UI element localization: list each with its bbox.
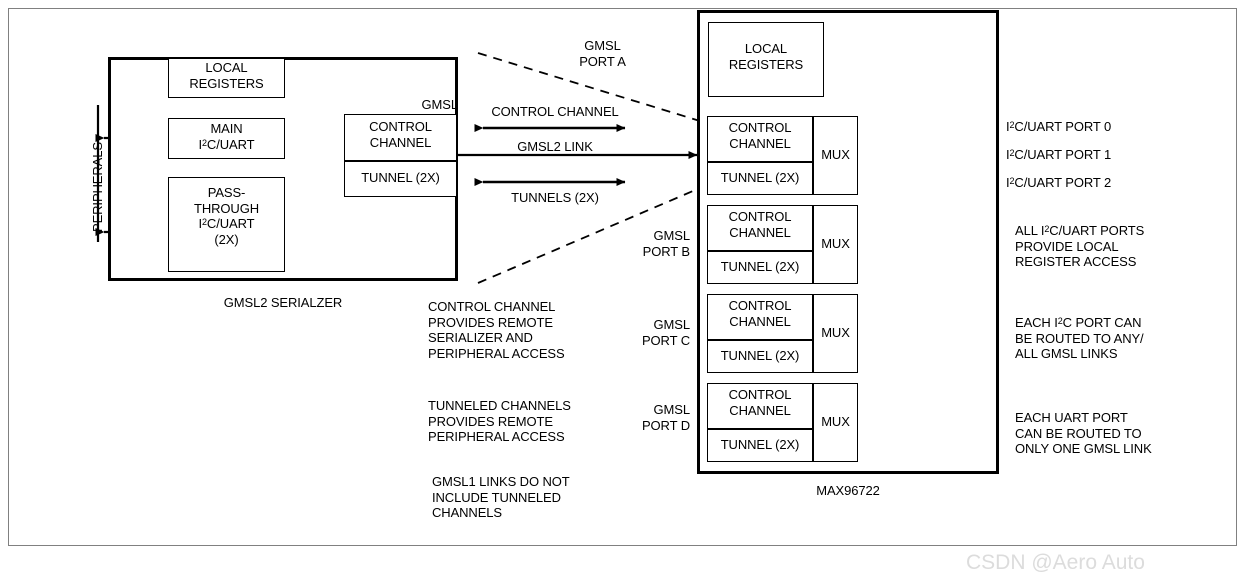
i2c-uart-port-0-label: I2C/UART PORT 0 (1006, 119, 1112, 134)
serializer-control-channel-label: CONTROL CHANNEL (369, 119, 432, 150)
control-channel-link-label: CONTROL CHANNEL (491, 104, 619, 119)
deser-port-b-tunnel-label: TUNNEL (2X) (720, 259, 800, 274)
note-uart-routing: EACH UART PORT CAN BE ROUTED TO ONLY ONE… (1015, 410, 1152, 456)
deser-port-b-control-label: CONTROL CHANNEL (728, 209, 792, 240)
i2c-uart-port-1-label: I2C/UART PORT 1 (1006, 147, 1112, 162)
deser-port-a-tunnel-label: TUNNEL (2X) (720, 170, 800, 185)
note-gmsl1-links: GMSL1 LINKS DO NOT INCLUDE TUNNELED CHAN… (432, 474, 570, 520)
i2c-uart-port-2-label: I2C/UART PORT 2 (1006, 175, 1112, 190)
deser-port-c-control-label: CONTROL CHANNEL (728, 298, 792, 329)
serializer-gmsl-label: GMSL (421, 97, 459, 112)
serializer-title: GMSL2 SERIALZER (223, 295, 343, 310)
note-i2c-routing: EACH I2C PORT CAN BE ROUTED TO ANY/ ALL … (1015, 315, 1144, 361)
max96722-title: MAX96722 (816, 483, 880, 498)
tunnels-link-label: TUNNELS (2X) (511, 190, 599, 205)
note-all-ports-local-access: ALL I2C/UART PORTS PROVIDE LOCAL REGISTE… (1015, 223, 1145, 269)
serializer-passthrough-label: PASS- THROUGH I2C/UART (2X) (193, 185, 260, 247)
deser-local-registers-label: LOCAL REGISTERS (728, 41, 804, 72)
deser-port-c-tunnel-label: TUNNEL (2X) (720, 348, 800, 363)
serializer-tunnel-label: TUNNEL (2X) (361, 170, 440, 185)
gmsl-port-a-link-label: GMSL PORT A (579, 38, 626, 69)
gmsl2-link-label: GMSL2 LINK (517, 139, 593, 154)
figure-caption: Figure 35. I2C/UART Control Routing (8, 556, 321, 579)
deser-port-d-control-label: CONTROL CHANNEL (728, 387, 792, 418)
deser-port-a-mux-label: MUX (821, 147, 850, 162)
peripherals-label: PERIPHERALS (90, 142, 105, 232)
serializer-local-registers-label: LOCAL REGISTERS (189, 60, 264, 91)
gmsl-port-d-label: GMSL PORT D (641, 402, 690, 433)
note-control-channel-remote: CONTROL CHANNEL PROVIDES REMOTE SERIALIZ… (428, 299, 565, 361)
note-tunneled-channels: TUNNELED CHANNELS PROVIDES REMOTE PERIPH… (428, 398, 571, 444)
serializer-main-label: MAIN I2C/UART (198, 121, 255, 152)
gmsl-port-b-label: GMSL PORT B (642, 228, 690, 259)
deser-port-c-mux-label: MUX (821, 325, 850, 340)
deser-port-b-mux-label: MUX (821, 236, 850, 251)
gmsl-port-c-label: GMSL PORT C (641, 317, 690, 348)
deser-port-d-tunnel-label: TUNNEL (2X) (720, 437, 800, 452)
deser-port-d-mux-label: MUX (821, 414, 850, 429)
deser-port-a-control-label: CONTROL CHANNEL (728, 120, 792, 151)
figure-canvas: PERIPHERALS LOCAL REGISTERS MAIN I2C/UAR… (0, 0, 1247, 579)
watermark: CSDN @Aero Auto (966, 551, 1145, 574)
